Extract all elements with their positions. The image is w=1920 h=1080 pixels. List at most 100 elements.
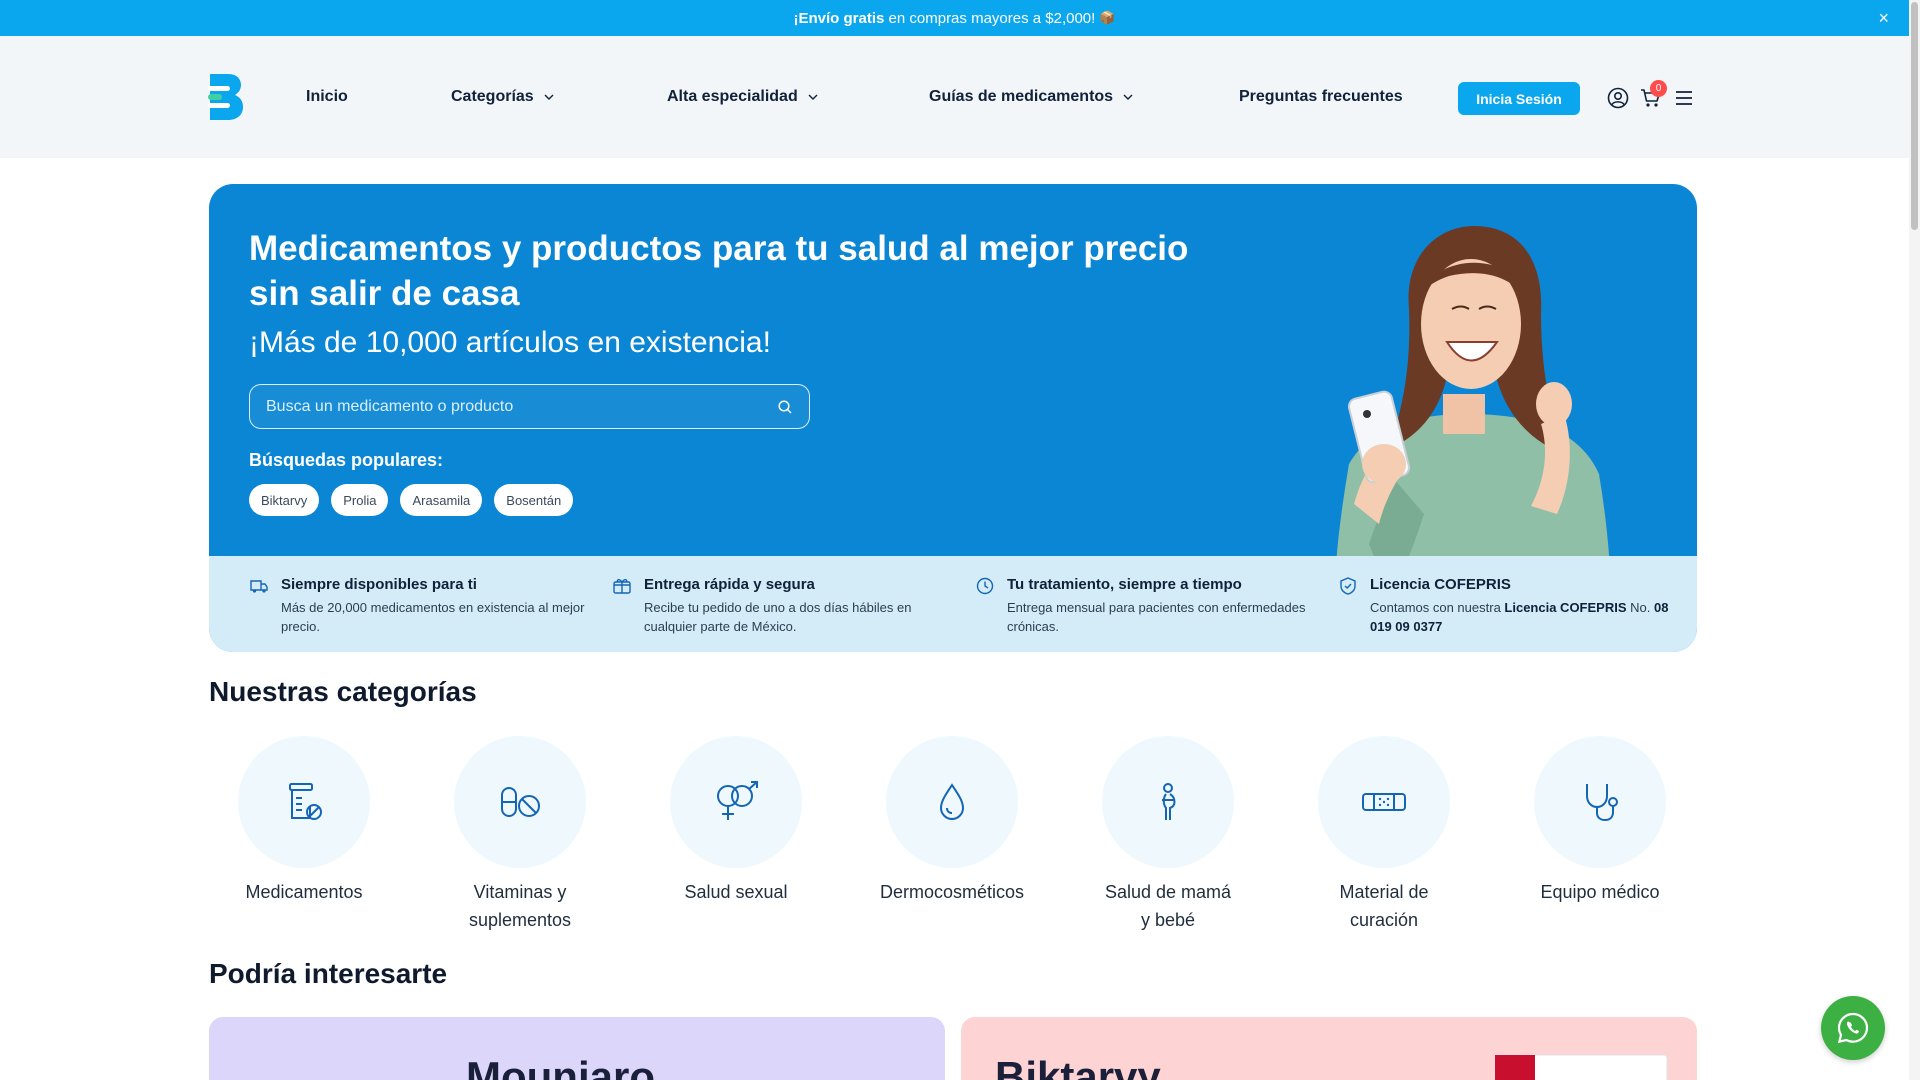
- feature-desc: Entrega mensual para pacientes con enfer…: [1007, 600, 1306, 634]
- category-icon-circle: [1534, 736, 1666, 868]
- chevron-down-icon: [1123, 94, 1133, 100]
- feature-desc: Recibe tu pedido de uno a dos días hábil…: [644, 600, 912, 634]
- nav-categorias[interactable]: Categorías: [451, 88, 554, 106]
- shield-check-icon: [1340, 577, 1356, 595]
- chip-biktarvy[interactable]: Biktarvy: [249, 484, 320, 516]
- page-scrollbar[interactable]: [1909, 0, 1920, 1080]
- hero-title: Medicamentos y productos para tu salud a…: [249, 229, 1189, 313]
- announcement-text: en compras mayores a $2,000!: [888, 9, 1096, 27]
- capsule-pill-icon: [501, 787, 540, 817]
- nav-inicio-label: Inicio: [306, 88, 348, 105]
- delivery-truck-icon: [250, 580, 268, 593]
- site-header: Inicio Categorías Alta especialidad Guía…: [0, 36, 1909, 158]
- promo-card-biktarvy[interactable]: Biktarvy: [961, 1017, 1697, 1080]
- announcement-bar: ¡Envío gratis en compras mayores a $2,00…: [0, 0, 1909, 36]
- chip-arasamila[interactable]: Arasamila: [400, 484, 483, 516]
- category-mama-bebe[interactable]: Salud de mamá y bebé: [1078, 736, 1258, 934]
- category-label: Salud sexual: [646, 878, 826, 906]
- nav-guias-label: Guías de medicamentos: [929, 88, 1114, 105]
- product-box-image: [1494, 1054, 1668, 1080]
- chip-bosentan[interactable]: Bosentán: [494, 484, 574, 516]
- chevron-down-icon: [808, 94, 818, 100]
- pregnant-woman-icon: [1162, 783, 1176, 820]
- feature-title: Entrega rápida y segura: [644, 576, 815, 593]
- category-label: Dermocosméticos: [862, 878, 1042, 906]
- search-icon[interactable]: [777, 399, 793, 415]
- features-strip: Siempre disponibles para ti Más de 20,00…: [209, 556, 1697, 652]
- category-label: Salud de mamá y bebé: [1078, 878, 1258, 934]
- category-icon-circle: [1318, 736, 1450, 868]
- login-button[interactable]: Inicia Sesión: [1458, 82, 1580, 115]
- category-icon-circle: [670, 736, 802, 868]
- user-icon[interactable]: [1606, 86, 1630, 110]
- water-drop-icon: [939, 783, 965, 821]
- category-label: Equipo médico: [1510, 878, 1690, 906]
- nav-preguntas[interactable]: Preguntas frecuentes: [1239, 88, 1403, 106]
- category-label: Material de curación: [1294, 878, 1474, 934]
- promo-title: Mounjaro: [466, 1053, 655, 1080]
- category-vitaminas[interactable]: Vitaminas y suplementos: [430, 736, 610, 934]
- license-name: Licencia COFEPRIS: [1504, 600, 1627, 615]
- category-salud-sexual[interactable]: Salud sexual: [646, 736, 826, 906]
- pill-bottle-icon: [289, 783, 322, 820]
- whatsapp-icon: [1837, 1012, 1869, 1044]
- nav-guias[interactable]: Guías de medicamentos: [929, 88, 1133, 106]
- category-dermocosmeticos[interactable]: Dermocosméticos: [862, 736, 1042, 906]
- feature-desc: Contamos con nuestra Licencia COFEPRIS N…: [1370, 598, 1690, 636]
- feature-desc: Más de 20,000 medicamentos en existencia…: [281, 600, 585, 634]
- brand-logo[interactable]: [206, 72, 244, 122]
- chip-prolia[interactable]: Prolia: [331, 484, 389, 516]
- nav-preguntas-label: Preguntas frecuentes: [1239, 88, 1403, 105]
- whatsapp-button[interactable]: [1821, 996, 1885, 1060]
- hero-banner: Medicamentos y productos para tu salud a…: [209, 184, 1697, 652]
- promo-title: Biktarvy: [995, 1053, 1161, 1080]
- nav-inicio[interactable]: Inicio: [306, 88, 348, 106]
- menu-icon[interactable]: [1672, 86, 1696, 110]
- category-equipo-medico[interactable]: Equipo médico: [1510, 736, 1690, 906]
- nav-alta-especialidad[interactable]: Alta especialidad: [667, 88, 818, 106]
- category-label: Vitaminas y suplementos: [430, 878, 610, 934]
- category-label-line1: Material de: [1339, 882, 1429, 902]
- category-label-line2: y bebé: [1140, 910, 1196, 930]
- clock-icon: [976, 577, 994, 595]
- announcement-bold: ¡Envío gratis: [793, 9, 885, 27]
- feature-title: Tu tratamiento, siempre a tiempo: [1007, 576, 1242, 593]
- stethoscope-icon: [1586, 784, 1618, 822]
- category-label: Medicamentos: [214, 878, 394, 906]
- cart-count-badge: 0: [1650, 80, 1667, 97]
- nav-alta-label: Alta especialidad: [667, 88, 798, 105]
- bandage-icon: [1362, 793, 1406, 811]
- popular-searches-label: Búsquedas populares:: [249, 450, 444, 470]
- category-label-line1: Equipo médico: [1540, 882, 1660, 902]
- scrollbar-thumb[interactable]: [1911, 2, 1918, 230]
- category-label-line1: Salud de mamá: [1104, 882, 1232, 902]
- category-label-line2: curación: [1349, 910, 1419, 930]
- search-input[interactable]: [266, 397, 777, 416]
- close-icon[interactable]: ×: [1878, 8, 1889, 28]
- license-text: Contamos con nuestra: [1370, 600, 1501, 615]
- gift-box-icon: [613, 579, 631, 594]
- package-icon: 📦: [1099, 10, 1116, 25]
- category-label-line1: Dermocosméticos: [879, 882, 1025, 902]
- hero-subtitle: ¡Más de 10,000 artículos en existencia!: [249, 326, 771, 359]
- category-label-line2: suplementos: [468, 910, 572, 930]
- category-label-line1: Medicamentos: [245, 882, 363, 902]
- feature-title: Licencia COFEPRIS: [1370, 576, 1511, 593]
- category-icon-circle: [454, 736, 586, 868]
- nav-categorias-label: Categorías: [451, 88, 534, 105]
- gender-symbols-icon: [717, 781, 758, 820]
- category-material-curacion[interactable]: Material de curación: [1294, 736, 1474, 934]
- category-label-line1: Vitaminas y: [473, 882, 567, 902]
- category-icon-circle: [1102, 736, 1234, 868]
- category-medicamentos[interactable]: Medicamentos: [214, 736, 394, 906]
- popular-searches: Biktarvy Prolia Arasamila Bosentán: [249, 484, 574, 516]
- license-no: No.: [1630, 600, 1651, 615]
- categories-title: Nuestras categorías: [209, 676, 477, 707]
- category-icon-circle: [238, 736, 370, 868]
- chevron-down-icon: [544, 94, 554, 100]
- category-label-line1: Salud sexual: [684, 882, 788, 902]
- interest-title: Podría interesarte: [209, 958, 448, 989]
- search-box: [249, 384, 810, 429]
- promo-card-mounjaro[interactable]: Mounjaro: [209, 1017, 945, 1080]
- feature-title: Siempre disponibles para ti: [281, 576, 477, 593]
